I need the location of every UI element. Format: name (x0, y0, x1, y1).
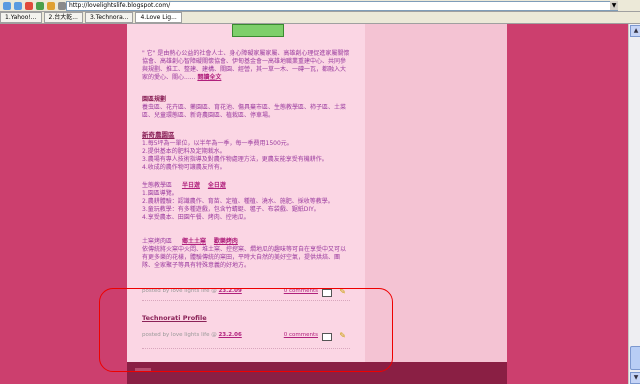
stop-icon[interactable] (25, 1, 33, 10)
read-more-link[interactable]: 閱讀全文 (197, 74, 221, 81)
back-icon[interactable] (3, 1, 11, 10)
scroll-up-icon[interactable]: ▲ (630, 25, 640, 37)
forward-icon[interactable] (14, 1, 22, 10)
park-title: 園區規劃 (142, 96, 167, 103)
soil-title: 土窯烤肉區 (142, 238, 173, 245)
favorites-icon[interactable] (58, 1, 66, 10)
full-day-link[interactable]: 全日遊 (208, 182, 226, 189)
tab-love-lights[interactable]: 4.Love Lig... (135, 12, 182, 23)
scrollbar[interactable]: ▲ ▼ (628, 24, 640, 384)
post-intro: " 它" 是由熱心公益的社會人士、身心障礙家屬家屬、高雄創心理促進家屬關懷協會、… (142, 50, 350, 82)
refresh-icon[interactable] (36, 1, 44, 10)
tab-technorati[interactable]: 3.Technora... (84, 12, 134, 23)
farm-line-4: 4.收成的農作物可讓農友所有。 (142, 164, 226, 171)
edu-line-4: 4.享受農本、田園午餐、烤肉、控地瓜。 (142, 214, 250, 221)
address-bar[interactable]: http://lovelightslife.blogspot.com/ (66, 1, 618, 11)
edu-line-1: 1.園區導覽。 (142, 190, 178, 197)
soil-kiln-link[interactable]: 鄉土土窯 (182, 238, 206, 245)
highlight-annotation (99, 288, 393, 372)
soil-title-row: 土窯烤肉區 鄉土土窯 歡樂烤肉 (142, 238, 238, 246)
farm-line-1: 1.每5坪為一單位，以半年為一季，每一季費用1500元。 (142, 140, 293, 147)
tab-yahoo[interactable]: 1.Yahoo!... (0, 12, 42, 23)
soil-body: 依傳統將火窯中火悶、堆土窯、控挖窯、燜地瓜的趣味等可自在享受中又可以有更多樂的花… (142, 246, 347, 269)
farm-line-3: 3.農場有專人技術指導及對農作物處理方法，更農友能享受有機耕作。 (142, 156, 328, 163)
farm-line-2: 2.提供基本的肥料及定期栽水。 (142, 148, 226, 155)
tab-ntu[interactable]: 2.台大乾... (43, 12, 83, 23)
half-day-link[interactable]: 半日遊 (182, 182, 200, 189)
header-banner-image (232, 24, 284, 37)
post-intro-text: " 它" 是由熱心公益的社會人士、身心障礙家屬家屬、高雄創心理促進家屬關懷協會、… (142, 50, 350, 81)
address-dropdown-icon[interactable]: ▼ (610, 1, 618, 10)
bbq-link[interactable]: 歡樂烤肉 (214, 238, 238, 245)
edu-title-row: 生態教學區 半日遊 全日遊 (142, 182, 226, 190)
farm-title[interactable]: 新奇農園區 (142, 131, 175, 139)
edu-line-3: 3.童玩教學：有多種遊戲，包含竹蜻蜓、毽子、布袋戲、鋸紙DIY。 (142, 206, 320, 213)
scroll-thumb[interactable] (630, 346, 640, 370)
tab-strip: 1.Yahoo!... 2.台大乾... 3.Technora... 4.Lov… (0, 12, 640, 24)
edu-title: 生態教學區 (142, 182, 173, 189)
scroll-down-icon[interactable]: ▼ (630, 372, 640, 384)
park-body: 養虫區、花卉區、藥園區、育花池、傷具棄市區、生態教學區、柿子區、土菜區、兒童環態… (142, 104, 347, 119)
edu-line-2: 2.農耕體驗：認識農作、育苗、定植、種植、澆水、施肥、採收等教學。 (142, 198, 334, 205)
home-icon[interactable] (47, 1, 55, 10)
browser-toolbar: http://lovelightslife.blogspot.com/ ▼ (0, 0, 640, 12)
